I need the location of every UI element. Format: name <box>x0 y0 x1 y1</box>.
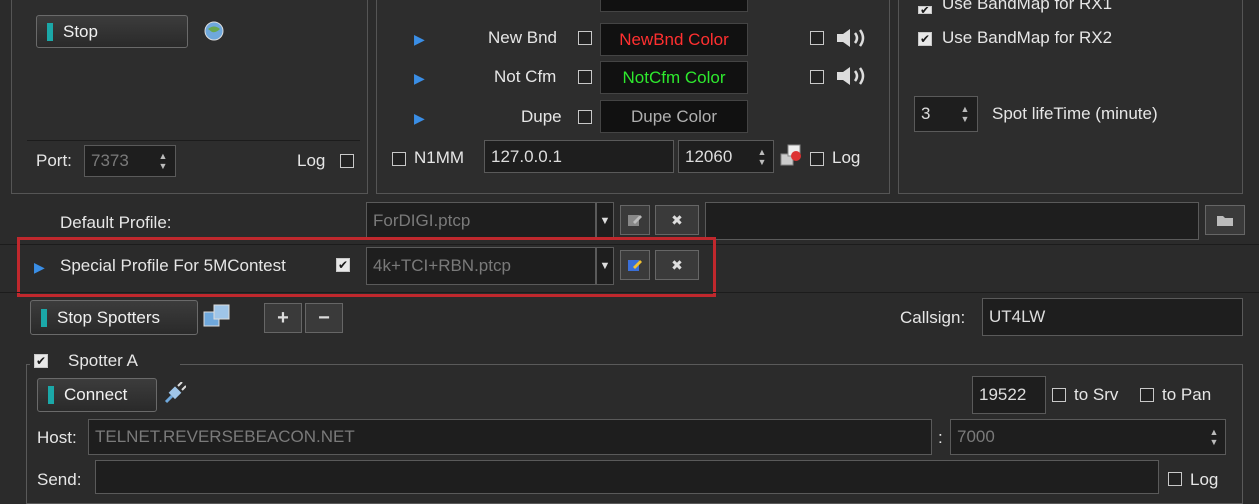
edit-icon <box>628 215 642 226</box>
special-profile-edit-button[interactable] <box>620 250 650 280</box>
browse-folder-button[interactable] <box>1205 205 1245 235</box>
folder-icon <box>1217 216 1233 226</box>
rx1-checkbox[interactable]: ✔ <box>918 6 932 14</box>
lifetime-label: Spot lifeTime (minute) <box>992 104 1158 123</box>
lifetime-spinner[interactable]: ▲ ▼ <box>955 98 975 130</box>
to-srv-label: to Srv <box>1074 385 1119 404</box>
plug-icon[interactable] <box>162 381 187 406</box>
n1mm-label: N1MM <box>414 148 465 167</box>
newbnd-label: New Bnd <box>488 28 557 47</box>
lifetime-value: 3 <box>921 104 931 123</box>
top-color-box-partial <box>600 0 748 12</box>
special-profile-label: Special Profile For 5MContest <box>60 256 286 275</box>
stop-spotters-button[interactable]: Stop Spotters <box>30 300 198 335</box>
dupe-label: Dupe <box>521 107 562 126</box>
stop-button-label: Stop <box>63 21 98 41</box>
n1mm-ip-value: 127.0.0.1 <box>491 146 562 166</box>
globe-icon <box>203 20 225 42</box>
notcfm-label: Not Cfm <box>494 67 557 86</box>
arrow-icon: ▶ <box>414 110 425 126</box>
send-log-label: Log <box>1190 470 1219 489</box>
dupe-color-button[interactable]: Dupe Color <box>600 100 748 133</box>
spotter-port-input[interactable]: 19522 <box>972 376 1046 414</box>
profile-path-input[interactable] <box>705 202 1199 240</box>
host-input[interactable]: TELNET.REVERSEBEACON.NET <box>88 419 932 455</box>
newbnd-color-label: NewBnd Color <box>619 29 729 49</box>
speaker-icon[interactable] <box>834 64 872 88</box>
spotter-port-value: 19522 <box>979 385 1027 404</box>
port-spinner[interactable]: ▲ ▼ <box>153 147 173 175</box>
spotter-a-checkbox[interactable]: ✔ <box>34 354 48 368</box>
arrow-icon: ▶ <box>34 259 45 275</box>
default-profile-delete-button[interactable]: ✖ <box>655 205 699 235</box>
notcfm-sound-checkbox[interactable] <box>810 70 824 84</box>
notcfm-checkbox[interactable] <box>578 70 592 84</box>
special-profile-delete-button[interactable]: ✖ <box>655 250 699 280</box>
log-checkbox[interactable] <box>340 154 354 168</box>
n1mm-log-checkbox[interactable] <box>810 152 824 166</box>
rx1-label: Use BandMap for RX1 <box>942 0 1113 13</box>
rx2-checkbox[interactable]: ✔ <box>918 32 932 46</box>
default-profile-label: Default Profile: <box>60 213 172 232</box>
special-profile-dropdown[interactable]: ▼ <box>596 247 614 285</box>
notcfm-color-label: NotCfm Color <box>622 67 726 87</box>
spotter-a-title: Spotter A <box>68 351 138 370</box>
status-bar <box>47 22 53 41</box>
to-pan-checkbox[interactable] <box>1140 388 1154 402</box>
to-srv-checkbox[interactable] <box>1052 388 1066 402</box>
stop-button[interactable]: Stop <box>36 15 188 48</box>
newbnd-color-button[interactable]: NewBnd Color <box>600 23 748 56</box>
newbnd-checkbox[interactable] <box>578 31 592 45</box>
default-profile-dropdown[interactable]: ▼ <box>596 202 614 240</box>
network-icon[interactable] <box>778 142 806 168</box>
notcfm-color-button[interactable]: NotCfm Color <box>600 61 748 94</box>
default-profile-edit-button[interactable] <box>620 205 650 235</box>
send-log-checkbox[interactable] <box>1168 472 1182 486</box>
log-label: Log <box>297 151 326 170</box>
connect-label: Connect <box>64 385 128 404</box>
stop-spotters-label: Stop Spotters <box>57 307 161 327</box>
callsign-value: UT4LW <box>989 307 1046 326</box>
add-spotter-button[interactable]: + <box>264 303 302 333</box>
divider <box>27 140 360 141</box>
windows-icon[interactable] <box>202 302 232 330</box>
connect-button[interactable]: Connect <box>37 378 157 412</box>
n1mm-ip-input[interactable]: 127.0.0.1 <box>484 140 674 173</box>
host-label: Host: <box>37 428 77 447</box>
newbnd-sound-checkbox[interactable] <box>810 31 824 45</box>
callsign-label: Callsign: <box>900 308 966 327</box>
n1mm-checkbox[interactable] <box>392 152 406 166</box>
n1mm-log-label: Log <box>832 148 861 167</box>
dupe-checkbox[interactable] <box>578 110 592 124</box>
status-bar <box>48 386 54 404</box>
port-value: 7373 <box>91 151 129 170</box>
remove-spotter-button[interactable]: − <box>305 303 343 333</box>
to-pan-label: to Pan <box>1162 385 1212 404</box>
default-profile-select[interactable]: ForDIGI.ptcp <box>366 202 596 240</box>
status-bar <box>41 308 47 327</box>
dupe-color-label: Dupe Color <box>631 106 717 126</box>
host-port-input[interactable]: 7000 <box>950 419 1226 455</box>
special-profile-value: 4k+TCI+RBN.ptcp <box>373 256 511 275</box>
host-value: TELNET.REVERSEBEACON.NET <box>95 427 355 446</box>
default-profile-value: ForDIGI.ptcp <box>373 211 471 230</box>
arrow-icon: ▶ <box>414 31 425 47</box>
rx2-label: Use BandMap for RX2 <box>942 28 1113 47</box>
send-input[interactable] <box>95 460 1159 494</box>
host-port-spinner[interactable]: ▲ ▼ <box>1204 421 1224 453</box>
divider <box>0 292 1259 293</box>
edit-icon <box>628 260 642 271</box>
host-port-value: 7000 <box>957 427 995 446</box>
callsign-input[interactable]: UT4LW <box>982 298 1243 336</box>
send-label: Send: <box>37 470 82 489</box>
n1mm-port-spinner[interactable]: ▲ ▼ <box>752 142 772 171</box>
port-label: Port: <box>36 151 72 170</box>
speaker-icon[interactable] <box>834 26 872 50</box>
host-colon: : <box>938 428 943 447</box>
special-profile-checkbox[interactable]: ✔ <box>336 258 350 272</box>
arrow-icon: ▶ <box>414 70 425 86</box>
n1mm-port-value: 12060 <box>685 146 733 166</box>
special-profile-select[interactable]: 4k+TCI+RBN.ptcp <box>366 247 596 285</box>
